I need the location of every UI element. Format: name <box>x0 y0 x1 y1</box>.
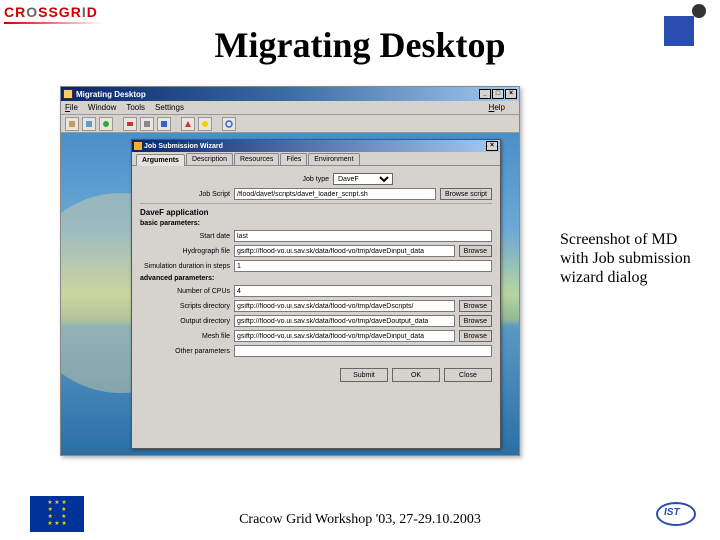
output-dir-label: Output directory <box>140 318 230 325</box>
toolbar-icon-1[interactable] <box>65 117 79 131</box>
wizard-button-bar: Submit OK Close <box>132 364 500 386</box>
crossgrid-logo: CROSSGRID <box>4 4 98 20</box>
toolbar-icon-9[interactable] <box>222 117 236 131</box>
scripts-browse-button[interactable]: Browse <box>459 300 492 312</box>
app-titlebar: Migrating Desktop _ □ × <box>61 87 519 101</box>
app-heading: DaveF application <box>140 208 492 217</box>
tab-environment[interactable]: Environment <box>308 153 359 165</box>
hydrograph-browse-button[interactable]: Browse <box>459 245 492 257</box>
wizard-title: Job Submission Wizard <box>144 143 223 150</box>
tab-description[interactable]: Description <box>186 153 233 165</box>
tab-resources[interactable]: Resources <box>234 153 279 165</box>
toolbar-icon-7[interactable] <box>181 117 195 131</box>
jobtype-label: Job type <box>239 176 329 183</box>
toolbar <box>61 115 519 133</box>
toolbar-icon-3[interactable] <box>99 117 113 131</box>
cpus-input[interactable] <box>234 285 492 297</box>
wizard-body: Job type DaveF Job Script Browse script … <box>132 166 500 364</box>
wizard-icon <box>134 142 142 150</box>
app-icon <box>63 89 73 99</box>
wizard-tabs: Arguments Description Resources Files En… <box>132 152 500 166</box>
sim-duration-input[interactable] <box>234 260 492 272</box>
menu-window[interactable]: Window <box>88 103 116 112</box>
start-date-label: Start date <box>140 233 230 240</box>
menubar: File Window Tools Settings Help <box>61 101 519 115</box>
adv-params-heading: advanced parameters: <box>140 275 492 282</box>
wizard-titlebar: Job Submission Wizard × <box>132 140 500 152</box>
cpus-label: Number of CPUs <box>140 288 230 295</box>
slide-footer: Cracow Grid Workshop '03, 27-29.10.2003 <box>0 512 720 528</box>
output-browse-button[interactable]: Browse <box>459 315 492 327</box>
close-button[interactable]: × <box>505 89 517 99</box>
basic-params-heading: basic parameters: <box>140 220 492 227</box>
ok-button[interactable]: OK <box>392 368 440 382</box>
toolbar-icon-2[interactable] <box>82 117 96 131</box>
menu-help[interactable]: Help <box>489 103 505 112</box>
hydrograph-label: Hydrograph file <box>140 248 230 255</box>
submit-button[interactable]: Submit <box>340 368 388 382</box>
sim-duration-label: Simulation duration in steps <box>140 263 230 270</box>
scripts-dir-label: Scripts directory <box>140 303 230 310</box>
wizard-close-button[interactable]: × <box>486 141 498 151</box>
desktop-area: Job Submission Wizard × Arguments Descri… <box>61 133 519 455</box>
maximize-button[interactable]: □ <box>492 89 504 99</box>
menu-settings[interactable]: Settings <box>155 103 184 112</box>
app-title: Migrating Desktop <box>76 90 146 99</box>
toolbar-icon-6[interactable] <box>157 117 171 131</box>
minimize-button[interactable]: _ <box>479 89 491 99</box>
other-params-label: Other parameters <box>140 348 230 355</box>
slide-caption: Screenshot of MD with Job submission wiz… <box>560 230 700 288</box>
menu-file[interactable]: File <box>65 103 78 112</box>
tab-files[interactable]: Files <box>280 153 307 165</box>
tab-arguments[interactable]: Arguments <box>136 154 185 166</box>
toolbar-icon-4[interactable] <box>123 117 137 131</box>
scripts-dir-input[interactable] <box>234 300 455 312</box>
slide-title: Migrating Desktop <box>0 24 720 66</box>
jobscript-label: Job Script <box>140 191 230 198</box>
mesh-file-input[interactable] <box>234 330 455 342</box>
menu-tools[interactable]: Tools <box>126 103 145 112</box>
wizard-close-btn[interactable]: Close <box>444 368 492 382</box>
hydrograph-input[interactable] <box>234 245 455 257</box>
start-date-input[interactable] <box>234 230 492 242</box>
md-app-window: Migrating Desktop _ □ × File Window Tool… <box>60 86 520 456</box>
job-submission-wizard: Job Submission Wizard × Arguments Descri… <box>131 139 501 449</box>
jobtype-select[interactable]: DaveF <box>333 173 393 185</box>
other-params-input[interactable] <box>234 345 492 357</box>
mesh-file-label: Mesh file <box>140 333 230 340</box>
browse-script-button[interactable]: Browse script <box>440 188 492 200</box>
output-dir-input[interactable] <box>234 315 455 327</box>
toolbar-icon-8[interactable] <box>198 117 212 131</box>
toolbar-icon-5[interactable] <box>140 117 154 131</box>
ist-logo: IST <box>656 500 700 530</box>
mesh-browse-button[interactable]: Browse <box>459 330 492 342</box>
jobscript-input[interactable] <box>234 188 436 200</box>
